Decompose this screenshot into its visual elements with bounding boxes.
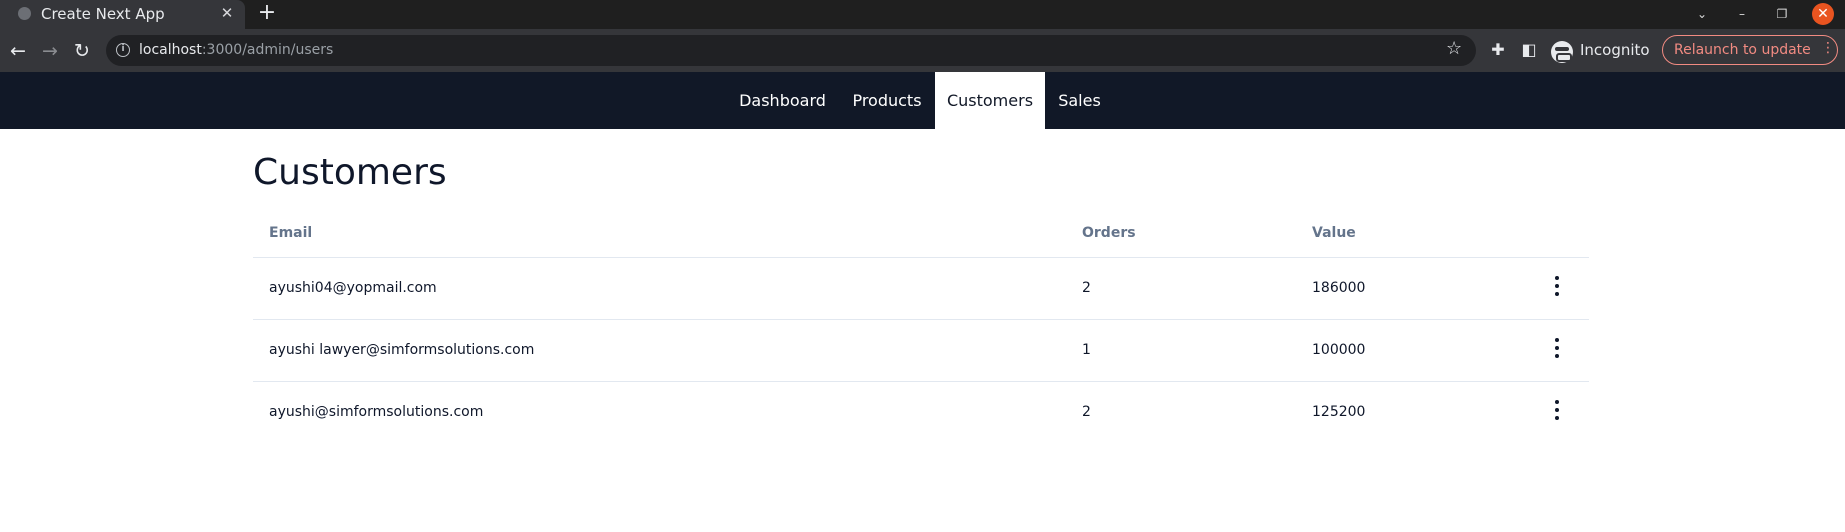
bookmark-star-icon[interactable]: ☆ — [1446, 38, 1462, 59]
nav-item-dashboard[interactable]: Dashboard — [732, 72, 833, 129]
cell-email: ayushi@simformsolutions.com — [269, 404, 484, 420]
relaunch-label: Relaunch to update — [1674, 42, 1811, 58]
profile-label[interactable]: Incognito — [1580, 41, 1650, 59]
column-header-value: Value — [1312, 225, 1356, 241]
cell-orders: 1 — [1082, 342, 1091, 358]
browser-toolbar: ← → ↻ i localhost:3000/admin/users ☆ ✚ ◧… — [0, 29, 1845, 72]
close-icon[interactable]: ✕ — [218, 4, 236, 22]
cell-value: 186000 — [1312, 280, 1366, 296]
relaunch-button[interactable]: Relaunch to update ⋮ — [1662, 35, 1838, 65]
url-text[interactable]: localhost:3000/admin/users — [139, 42, 333, 58]
column-header-orders: Orders — [1082, 225, 1136, 241]
more-vert-icon[interactable]: ⋮ — [1821, 40, 1835, 56]
cell-value: 125200 — [1312, 404, 1366, 420]
address-bar[interactable]: i localhost:3000/admin/users ☆ — [106, 35, 1476, 66]
window-close-button[interactable]: ✕ — [1812, 3, 1834, 25]
incognito-icon[interactable] — [1551, 41, 1573, 63]
extensions-icon[interactable]: ✚ — [1487, 39, 1509, 61]
cell-value: 100000 — [1312, 342, 1366, 358]
globe-icon — [18, 7, 31, 20]
cell-email: ayushi04@yopmail.com — [269, 280, 437, 296]
column-header-email: Email — [269, 225, 313, 241]
minimize-icon[interactable]: – — [1732, 4, 1752, 24]
site-info-icon[interactable]: i — [116, 43, 130, 57]
tab-title: Create Next App — [41, 5, 165, 23]
nav-item-products[interactable]: Products — [843, 72, 931, 129]
table-row: ayushi@simformsolutions.com 2 125200 — [253, 382, 1589, 444]
more-vert-icon[interactable] — [1552, 337, 1562, 361]
new-tab-button[interactable]: + — [256, 2, 278, 24]
side-panel-icon[interactable]: ◧ — [1518, 39, 1540, 61]
reload-icon[interactable]: ↻ — [71, 40, 93, 62]
browser-tabstrip: Create Next App ✕ + ⌄ – ❐ ✕ — [0, 0, 1845, 29]
browser-tab[interactable]: Create Next App ✕ — [0, 0, 245, 29]
table-row: ayushi lawyer@simformsolutions.com 1 100… — [253, 320, 1589, 382]
table-row: ayushi04@yopmail.com 2 186000 — [253, 258, 1589, 320]
app-nav: Dashboard Products Customers Sales — [0, 72, 1845, 129]
nav-item-customers[interactable]: Customers — [935, 72, 1045, 129]
tab-search-icon[interactable]: ⌄ — [1692, 4, 1712, 24]
more-vert-icon[interactable] — [1552, 275, 1562, 299]
back-icon[interactable]: ← — [7, 40, 29, 62]
restore-icon[interactable]: ❐ — [1772, 4, 1792, 24]
cell-email: ayushi lawyer@simformsolutions.com — [269, 342, 535, 358]
cell-orders: 2 — [1082, 404, 1091, 420]
forward-icon[interactable]: → — [39, 40, 61, 62]
nav-item-sales[interactable]: Sales — [1051, 72, 1108, 129]
more-vert-icon[interactable] — [1552, 399, 1562, 423]
cell-orders: 2 — [1082, 280, 1091, 296]
page-title: Customers — [253, 152, 447, 193]
